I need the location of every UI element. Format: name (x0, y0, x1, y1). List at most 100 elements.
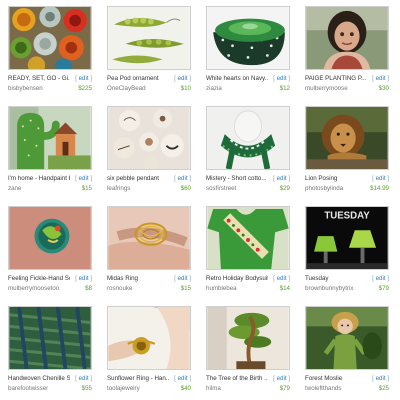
doll-icon (306, 7, 388, 69)
seller-name[interactable]: brownbunnybytrix (305, 284, 354, 294)
edit-link[interactable]: [ edit ] (174, 174, 191, 184)
listing-card: Mistery - Short cotto... [ edit ] sosfir… (203, 106, 291, 200)
pea-pod-icon (108, 7, 190, 69)
listing-price: $15 (81, 185, 92, 192)
listing-thumbnail[interactable] (107, 106, 191, 170)
seller-name[interactable]: mulberrymoose (305, 84, 348, 94)
forest-doll-icon (306, 307, 388, 369)
listing-title[interactable]: Lion Posing (305, 174, 367, 184)
listing-card: Forest Moslie [ edit ] twoleftthands $25 (302, 306, 390, 400)
listing-price: $12 (279, 85, 290, 92)
listing-thumbnail[interactable] (8, 6, 92, 70)
seller-name[interactable]: toolajewelry (107, 384, 140, 394)
seller-name[interactable]: hilma (206, 384, 221, 394)
edit-link[interactable]: [ edit ] (75, 374, 92, 384)
listing-price: $225 (78, 85, 92, 92)
edit-link[interactable]: [ edit ] (75, 174, 92, 184)
listing-title[interactable]: Mistery - Short cotto... (206, 174, 268, 184)
listing-thumbnail[interactable] (206, 206, 290, 270)
listing-title[interactable]: Sunflower Ring - Han... (107, 374, 169, 384)
listing-title[interactable]: Tuesday (305, 274, 367, 284)
listing-thumbnail[interactable] (305, 6, 389, 70)
bodysuit-icon (207, 207, 289, 269)
listing-thumbnail[interactable] (305, 106, 389, 170)
edit-link[interactable]: [ edit ] (372, 274, 389, 284)
pebbles-icon (108, 107, 190, 169)
edit-link[interactable]: [ edit ] (174, 274, 191, 284)
seller-name[interactable]: mulberrymoosetoo (8, 284, 59, 294)
listing-price: $14.99 (370, 185, 389, 192)
listing-price: $30 (378, 85, 389, 92)
seller-name[interactable]: bisbybensen (8, 84, 43, 94)
listing-thumbnail[interactable] (206, 6, 290, 70)
listing-thumbnail[interactable] (8, 306, 92, 370)
edit-link[interactable]: [ edit ] (273, 74, 290, 84)
listing-title[interactable]: READY, SET, GO - Gi... (8, 74, 70, 84)
listing-card: Lion Posing [ edit ] photosbylinda $14.9… (302, 106, 390, 200)
seller-name[interactable]: rosnouke (107, 284, 132, 294)
listing-title[interactable]: six pebble pendant (107, 174, 169, 184)
seller-name[interactable]: ziazia (206, 84, 222, 94)
listing-thumbnail[interactable] (305, 306, 389, 370)
listing-price: $15 (180, 285, 191, 292)
seller-name[interactable]: zane (8, 184, 21, 194)
listing-title[interactable]: Feeling Fickle-Hand Sc... (8, 274, 70, 284)
listing-title[interactable]: I'm home - Handpaint b... (8, 174, 70, 184)
listing-price: $40 (180, 385, 191, 392)
chenille-scarf-icon (9, 307, 91, 369)
listing-title[interactable]: White hearts on Navy... (206, 74, 268, 84)
listing-thumbnail[interactable] (107, 306, 191, 370)
edit-link[interactable]: [ edit ] (273, 174, 290, 184)
listing-card: I'm home - Handpaint b... [ edit ] zane … (5, 106, 93, 200)
listing-thumbnail[interactable] (107, 206, 191, 270)
listing-card: Pea Pod ornament [ edit ] OneClayBead $1… (104, 6, 192, 100)
edit-link[interactable]: [ edit ] (372, 374, 389, 384)
listing-price: $14 (279, 285, 290, 292)
listing-price: $29 (279, 185, 290, 192)
edit-link[interactable]: [ edit ] (174, 374, 191, 384)
seller-name[interactable]: twoleftthands (305, 384, 341, 394)
seller-name[interactable]: leafrings (107, 184, 130, 194)
edit-link[interactable]: [ edit ] (273, 274, 290, 284)
listing-card: Feeling Fickle-Hand Sc... [ edit ] mulbe… (5, 206, 93, 300)
listing-card: Retro Holiday Bodysuit [ edit ] humblebe… (203, 206, 291, 300)
listing-card: PAIGE PLANTING P... [ edit ] mulberrymoo… (302, 6, 390, 100)
ring-disc-icon (9, 207, 91, 269)
seller-name[interactable]: photosbylinda (305, 184, 343, 194)
seller-name[interactable]: barefootwisser (8, 384, 48, 394)
listing-card: The Tree of the Birth ... [ edit ] hilma… (203, 306, 291, 400)
edit-link[interactable]: [ edit ] (75, 74, 92, 84)
listing-title[interactable]: Retro Holiday Bodysuit (206, 274, 268, 284)
listing-title[interactable]: PAIGE PLANTING P... (305, 74, 367, 84)
edit-link[interactable]: [ edit ] (273, 374, 290, 384)
edit-link[interactable]: [ edit ] (174, 74, 191, 84)
listing-title[interactable]: Pea Pod ornament (107, 74, 169, 84)
listing-card: TUESDAY Tuesday [ edit ] brownbunnybytri… (302, 206, 390, 300)
listing-title[interactable]: Midas Ring (107, 274, 169, 284)
gold-ring-icon (108, 207, 190, 269)
listing-title[interactable]: Handwoven Chenille Scarf (8, 374, 70, 384)
edit-link[interactable]: [ edit ] (372, 74, 389, 84)
tuesday-lamps-icon: TUESDAY (306, 207, 388, 269)
listing-title[interactable]: The Tree of the Birth ... (206, 374, 268, 384)
edit-link[interactable]: [ edit ] (75, 274, 92, 284)
seller-name[interactable]: OneClayBead (107, 84, 146, 94)
listing-thumbnail[interactable] (206, 106, 290, 170)
listing-thumbnail[interactable] (8, 206, 92, 270)
listing-card: six pebble pendant [ edit ] leafrings $6… (104, 106, 192, 200)
listing-thumbnail[interactable]: TUESDAY (305, 206, 389, 270)
seller-name[interactable]: humblebea (206, 284, 237, 294)
listing-thumbnail[interactable] (8, 106, 92, 170)
listing-thumbnail[interactable] (206, 306, 290, 370)
listing-card: Midas Ring [ edit ] rosnouke $15 (104, 206, 192, 300)
listing-card: Handwoven Chenille Scarf [ edit ] barefo… (5, 306, 93, 400)
lion-icon (306, 107, 388, 169)
listing-title[interactable]: Forest Moslie (305, 374, 367, 384)
seller-name[interactable]: sosfirstreet (206, 184, 236, 194)
listing-price: $55 (81, 385, 92, 392)
listing-thumbnail[interactable] (107, 6, 191, 70)
listing-price: $79 (279, 385, 290, 392)
buttons-icon (9, 7, 91, 69)
edit-link[interactable]: [ edit ] (372, 174, 389, 184)
sunflower-ring-icon (108, 307, 190, 369)
